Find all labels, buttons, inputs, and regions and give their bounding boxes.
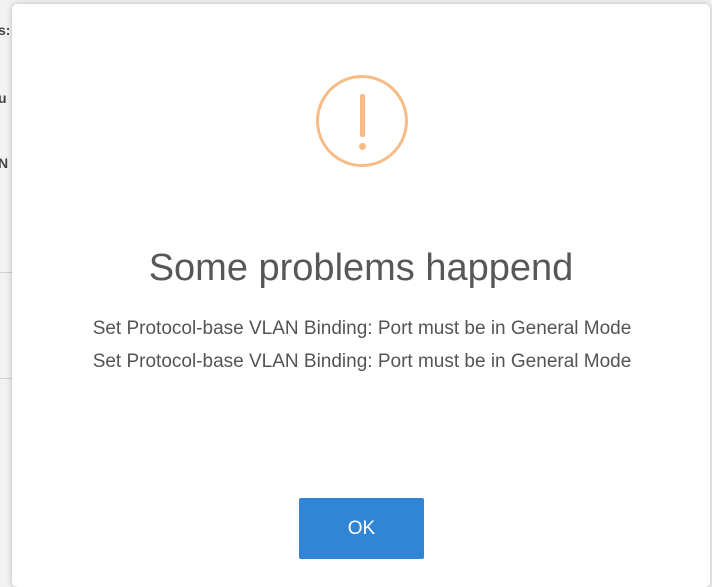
ok-button[interactable]: OK [299,498,424,559]
dialog-message-list: Set Protocol-base VLAN Binding: Port mus… [42,317,682,383]
background-text: s: [0,22,11,38]
background-text: N [0,155,9,171]
exclamation-bar [360,94,365,137]
background-divider [0,378,12,379]
dialog-message: Set Protocol-base VLAN Binding: Port mus… [92,318,632,339]
background-text: u [0,90,7,106]
dialog-title: Some problems happend [148,247,574,289]
warning-exclamation-icon [316,75,408,167]
alert-dialog: Some problems happend Set Protocol-base … [12,4,710,587]
exclamation-dot [359,143,366,150]
dialog-message: Set Protocol-base VLAN Binding: Port mus… [92,351,632,372]
background-divider [0,272,12,273]
